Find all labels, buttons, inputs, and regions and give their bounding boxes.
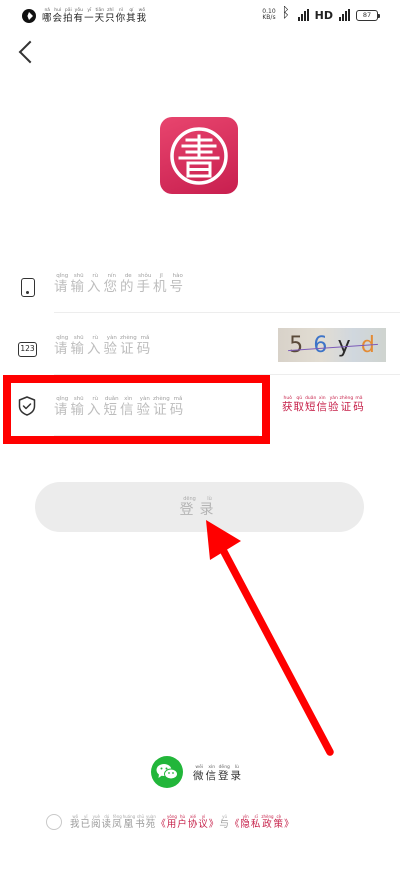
agreement-row: 我wǒ已yǐ阅yuè读dú凤fèng凰huáng书shū苑yuàn《用yòng户… xyxy=(46,814,386,830)
status-left: 哪nǎ会huì拍pāi有yǒu一yī天tiān只zhǐ你nǐ其qí我wǒ xyxy=(22,8,147,24)
signal-icon xyxy=(297,9,309,21)
captcha-input[interactable]: 请qǐng输shū入rù验yàn证zhèng码mǎ xyxy=(54,335,153,357)
battery-icon: 87 xyxy=(356,9,380,21)
captcha-char: 5 xyxy=(289,332,304,358)
number-icon-text: 123 xyxy=(18,342,37,357)
agreement-checkbox[interactable] xyxy=(46,814,62,830)
net-speed: 0.10 KB/s xyxy=(262,9,275,21)
user-agreement-link[interactable]: 《用yòng户hù协xié议yì》 xyxy=(156,814,219,830)
app-logo xyxy=(160,117,238,194)
status-right: 0.10 KB/s HD 87 xyxy=(262,5,380,22)
captcha-char: 6 xyxy=(313,332,328,358)
highlight-rectangle xyxy=(3,375,270,444)
book-seal-icon xyxy=(170,126,228,185)
network-type: HD xyxy=(314,8,333,22)
bluetooth-icon xyxy=(282,5,292,22)
agreement-prefix: 我wǒ已yǐ阅yuè读dú凤fèng凰huáng书shū苑yuàn xyxy=(70,814,157,830)
agreement-text: 我wǒ已yǐ阅yuè读dú凤fèng凰huáng书shū苑yuàn《用yòng户… xyxy=(70,814,295,830)
phone-input[interactable]: 请qǐng输shū入rù您nín的de手shǒu机jī号hào xyxy=(54,273,186,295)
login-button-label: 登dēng录lù xyxy=(179,496,220,518)
wechat-icon xyxy=(151,756,183,788)
login-button[interactable]: 登dēng录lù xyxy=(35,482,364,532)
number-icon: 123 xyxy=(18,339,38,361)
signal-icon-2 xyxy=(339,9,350,21)
wechat-login-button[interactable]: 微wēi信xìn登dēng录lù xyxy=(151,756,243,788)
back-button[interactable] xyxy=(14,40,40,66)
captcha-image[interactable]: 5 6 y d xyxy=(278,328,386,362)
status-bar: 哪nǎ会huì拍pāi有yǒu一yī天tiān只zhǐ你nǐ其qí我wǒ 0.1… xyxy=(0,0,400,34)
wechat-login-label: 微wēi信xìn登dēng录lù xyxy=(193,764,243,782)
agreement-conjunction: 与yǔ xyxy=(219,814,230,830)
get-sms-code-button[interactable]: 获huò取qǔ短duǎn信xìn验yàn证zhèng码mǎ xyxy=(282,396,365,414)
app-notification-icon xyxy=(22,9,36,23)
net-speed-unit: KB/s xyxy=(262,14,276,21)
phone-icon xyxy=(18,277,38,299)
privacy-policy-link[interactable]: 《隐yǐn私sī政zhèng策cè》 xyxy=(230,814,295,830)
status-title: 哪nǎ会huì拍pāi有yǒu一yī天tiān只zhǐ你nǐ其qí我wǒ xyxy=(42,8,148,24)
arrow-shaft xyxy=(218,544,334,756)
phone-underline xyxy=(54,312,400,313)
phone-field[interactable]: 请qǐng输shū入rù您nín的de手shǒu机jī号hào xyxy=(18,265,400,313)
